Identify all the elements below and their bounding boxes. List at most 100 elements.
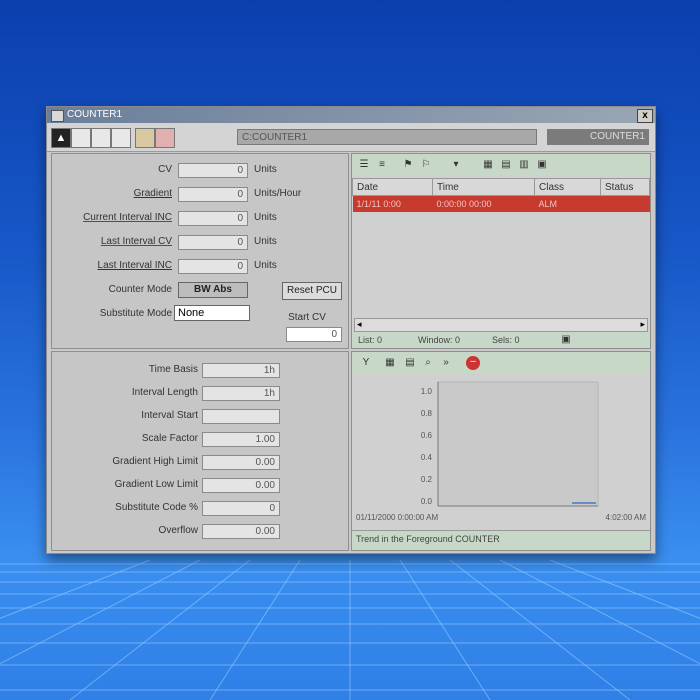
overflow-label: Overflow [158, 525, 198, 536]
print-list-icon[interactable]: ▣ [536, 159, 548, 171]
event-class-cell: ALM [534, 195, 601, 212]
gradient-field: 0 [178, 187, 248, 202]
trend-pane: Y ▦ ▤ ⌕ » – 1.0 0.8 0.6 0.4 0.2 0.0 01/1… [351, 351, 651, 551]
selection-count: Sels: 0 [492, 335, 520, 345]
print-icon[interactable] [135, 128, 155, 148]
gradient-label[interactable]: Gradient [62, 188, 172, 199]
last-interval-cv-field: 0 [178, 235, 248, 250]
time-basis-field: 1h [202, 363, 280, 378]
gradient-low-limit-field: 0.00 [202, 478, 280, 493]
substitute-code-label: Substitute Code % [115, 502, 198, 513]
title-bar: COUNTER1 x [47, 107, 655, 123]
scroll-right-icon[interactable]: ▸ [640, 319, 645, 330]
app-icon [51, 110, 64, 122]
start-cv-label: Start CV [288, 312, 326, 323]
window-title: COUNTER1 [67, 109, 123, 120]
column-header-status[interactable]: Status [600, 178, 650, 196]
substitute-mode-field[interactable]: None [174, 305, 250, 321]
last-interval-cv-label[interactable]: Last Interval CV [62, 236, 172, 247]
grid-icon[interactable]: ▦ [384, 357, 396, 369]
y-tick-label: 0.4 [421, 453, 433, 462]
fast-forward-icon[interactable]: » [440, 357, 452, 369]
reset-pcu-button[interactable]: Reset PCU [282, 282, 342, 300]
flag-icon[interactable]: ⚑ [402, 159, 414, 171]
grid-floor-background [0, 560, 700, 700]
list-count: List: 0 [358, 335, 383, 345]
grid-icon[interactable]: ▦ [482, 159, 494, 171]
last-interval-inc-unit: Units [254, 260, 277, 271]
y-tick-label: 1.0 [421, 387, 433, 396]
dropdown-arrow-icon[interactable]: ▾ [450, 159, 462, 171]
device-path-field: C:COUNTER1 [237, 129, 537, 145]
column-header-date[interactable]: Date [352, 178, 433, 196]
column-header-class[interactable]: Class [534, 178, 601, 196]
current-interval-inc-label[interactable]: Current Interval INC [62, 212, 172, 223]
x-end-label: 4:02:00 AM [606, 513, 647, 522]
list-icon[interactable]: ☰ [358, 159, 370, 171]
trend-caption: Trend in the Foreground COUNTER [356, 534, 500, 544]
event-list-pane: ☰ ≡ ⚑ ⚐ ▾ ▦ ▤ ▥ ▣ Date Time Class Status… [351, 153, 651, 349]
gradient-unit: Units/Hour [254, 188, 302, 199]
filter-funnel-icon[interactable]: Y [360, 357, 372, 369]
scroll-left-icon[interactable]: ◂ [357, 319, 362, 330]
substitute-mode-label: Substitute Mode [99, 308, 172, 319]
event-date-cell: 1/1/11 0:00 [352, 195, 433, 212]
counter-parameters-pane: Time Basis 1h Interval Length 1h Interva… [51, 351, 349, 551]
time-basis-label: Time Basis [148, 364, 198, 375]
cv-unit: Units [254, 164, 277, 175]
substitute-code-field: 0 [202, 501, 280, 516]
cv-label: CV [158, 164, 172, 175]
edit-icon[interactable] [155, 128, 175, 148]
interval-start-field [202, 409, 280, 424]
event-time-cell: 0:00:00 00:00 [432, 195, 535, 212]
column-header-time[interactable]: Time [432, 178, 535, 196]
counter-values-pane: CV 0 Units Gradient 0 Units/Hour Current… [51, 153, 349, 349]
last-interval-inc-label[interactable]: Last Interval INC [62, 260, 172, 271]
trend-caption-bar: Trend in the Foreground COUNTER [352, 530, 650, 549]
overflow-field: 0.00 [202, 524, 280, 539]
start-cv-field[interactable]: 0 [286, 327, 342, 342]
event-status-bar: List: 0 Window: 0 Sels: 0 ▣ [352, 332, 650, 348]
flag-off-icon[interactable]: ⚐ [420, 159, 432, 171]
current-interval-inc-unit: Units [254, 212, 277, 223]
scale-factor-field: 1.00 [202, 432, 280, 447]
filter-icon[interactable]: ▤ [500, 159, 512, 171]
toolbar-blank-button-1[interactable] [71, 128, 91, 148]
trend-chart: 1.0 0.8 0.6 0.4 0.2 0.0 01/11/2000 0:00:… [356, 381, 647, 522]
counter-mode-label: Counter Mode [108, 284, 172, 295]
interval-length-label: Interval Length [131, 387, 198, 398]
window-count: Window: 0 [418, 335, 461, 345]
chart-icon[interactable]: ▤ [404, 357, 416, 369]
gradient-high-limit-field: 0.00 [202, 455, 280, 470]
toolbar: ▲ C:COUNTER1 COUNTER1 [47, 123, 655, 152]
y-tick-label: 0.8 [421, 409, 433, 418]
close-button[interactable]: x [637, 109, 653, 123]
gradient-low-limit-label: Gradient Low Limit [114, 479, 198, 490]
trend-toolbar: Y ▦ ▤ ⌕ » – [352, 352, 650, 374]
cv-field: 0 [178, 163, 248, 178]
event-status-cell [600, 195, 650, 212]
last-interval-cv-unit: Units [254, 236, 277, 247]
up-arrow-button[interactable]: ▲ [51, 128, 71, 148]
y-tick-label: 0.2 [421, 475, 433, 484]
x-start-label: 01/11/2000 0:00:00 AM [356, 513, 438, 522]
status-bar-icon[interactable]: ▣ [560, 334, 572, 346]
details-icon[interactable]: ≡ [376, 159, 388, 171]
toolbar-blank-button-2[interactable] [91, 128, 111, 148]
interval-length-field: 1h [202, 386, 280, 401]
interval-start-label: Interval Start [141, 410, 198, 421]
y-tick-label: 0.6 [421, 431, 433, 440]
event-table-header: Date Time Class Status [352, 178, 650, 196]
stop-icon[interactable]: – [466, 356, 480, 370]
sort-icon[interactable]: ▥ [518, 159, 530, 171]
plot-area [437, 381, 599, 507]
event-toolbar: ☰ ≡ ⚑ ⚐ ▾ ▦ ▤ ▥ ▣ [352, 154, 650, 176]
horizontal-scrollbar[interactable]: ◂ ▸ [354, 318, 648, 332]
last-interval-inc-field: 0 [178, 259, 248, 274]
zoom-icon[interactable]: ⌕ [422, 357, 434, 369]
device-name-field: COUNTER1 [547, 129, 649, 145]
counter-mode-value[interactable]: BW Abs [178, 282, 248, 298]
scale-factor-label: Scale Factor [141, 433, 198, 444]
table-row[interactable]: 1/1/11 0:00 0:00:00 00:00 ALM [352, 195, 650, 212]
toolbar-blank-button-3[interactable] [111, 128, 131, 148]
